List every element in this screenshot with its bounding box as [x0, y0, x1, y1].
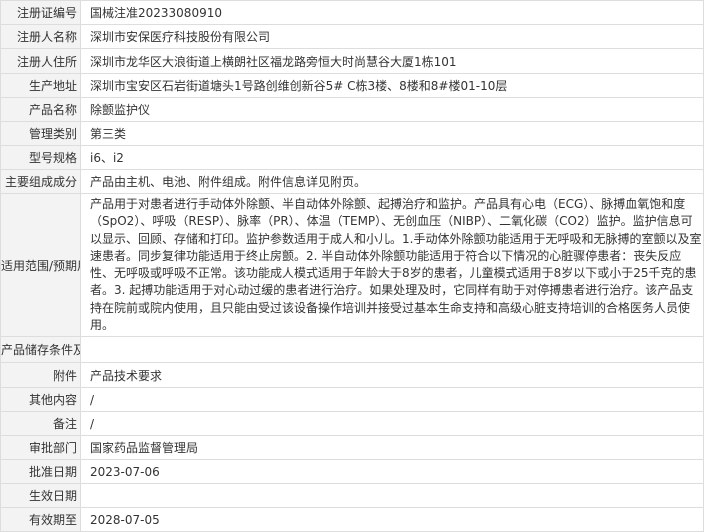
field-label: 适用范围/预期用途	[0, 192, 81, 338]
field-label: 其他内容	[0, 387, 81, 413]
row-expiry-date: 有效期至 2028-07-05	[0, 507, 704, 532]
row-approval-department: 审批部门 国家药品监督管理局	[0, 435, 704, 461]
field-label: 附件	[0, 362, 81, 389]
row-registration-number: 注册证编号 国械注准20233080910	[0, 0, 704, 25]
row-storage-conditions: 产品储存条件及有效期	[0, 336, 704, 364]
field-label: 审批部门	[0, 435, 81, 461]
row-approval-date: 批准日期 2023-07-06	[0, 459, 704, 485]
row-registrant-name: 注册人名称 深圳市安保医疗科技股份有限公司	[0, 24, 704, 49]
field-value: 深圳市宝安区石岩街道塘头1号路创维创新谷5# C栋3楼、8楼和8#楼01-10层	[80, 73, 704, 98]
field-value: 深圳市安保医疗科技股份有限公司	[80, 24, 704, 49]
row-registrant-address: 注册人住所 深圳市龙华区大浪街道上横朗社区福龙路旁恒大时尚慧谷大厦1栋101	[0, 48, 704, 74]
field-label: 型号规格	[0, 145, 81, 170]
field-label: 生产地址	[0, 73, 81, 98]
field-value: 国家药品监督管理局	[80, 435, 704, 461]
row-product-name: 产品名称 除颤监护仪	[0, 97, 704, 122]
registration-info-table: 注册证编号 国械注准20233080910 注册人名称 深圳市安保医疗科技股份有…	[0, 0, 704, 532]
field-label: 备注	[0, 411, 81, 437]
field-label: 主要组成成分	[0, 169, 81, 194]
field-label: 注册人名称	[0, 24, 81, 49]
field-value	[80, 483, 704, 509]
field-value: 产品技术要求	[80, 362, 704, 389]
field-label: 注册证编号	[0, 0, 81, 25]
row-intended-use: 适用范围/预期用途 产品用于对患者进行手动体外除颤、半自动体外除颤、起搏治疗和监…	[0, 192, 704, 338]
field-value: 深圳市龙华区大浪街道上横朗社区福龙路旁恒大时尚慧谷大厦1栋101	[80, 48, 704, 74]
field-value: 产品由主机、电池、附件组成。附件信息详见附页。	[80, 169, 704, 194]
field-value: 第三类	[80, 121, 704, 146]
row-effective-date: 生效日期	[0, 483, 704, 509]
row-other-content: 其他内容 /	[0, 387, 704, 413]
field-value: /	[80, 387, 704, 413]
row-model-spec: 型号规格 i6、i2	[0, 145, 704, 170]
field-label: 管理类别	[0, 121, 81, 146]
row-main-components: 主要组成成分 产品由主机、电池、附件组成。附件信息详见附页。	[0, 169, 704, 194]
field-value: 2028-07-05	[80, 507, 704, 532]
field-value: 产品用于对患者进行手动体外除颤、半自动体外除颤、起搏治疗和监护。产品具有心电（E…	[80, 192, 704, 338]
field-value	[80, 336, 704, 364]
field-label: 产品名称	[0, 97, 81, 122]
field-label: 生效日期	[0, 483, 81, 509]
field-value: 2023-07-06	[80, 459, 704, 485]
field-label: 产品储存条件及有效期	[0, 336, 81, 364]
field-value: 国械注准20233080910	[80, 0, 704, 25]
row-attachments: 附件 产品技术要求	[0, 362, 704, 389]
row-remarks: 备注 /	[0, 411, 704, 437]
field-label: 有效期至	[0, 507, 81, 532]
field-label: 注册人住所	[0, 48, 81, 74]
field-value: /	[80, 411, 704, 437]
field-value: 除颤监护仪	[80, 97, 704, 122]
field-value: i6、i2	[80, 145, 704, 170]
row-production-address: 生产地址 深圳市宝安区石岩街道塘头1号路创维创新谷5# C栋3楼、8楼和8#楼0…	[0, 73, 704, 98]
row-management-category: 管理类别 第三类	[0, 121, 704, 146]
field-label: 批准日期	[0, 459, 81, 485]
